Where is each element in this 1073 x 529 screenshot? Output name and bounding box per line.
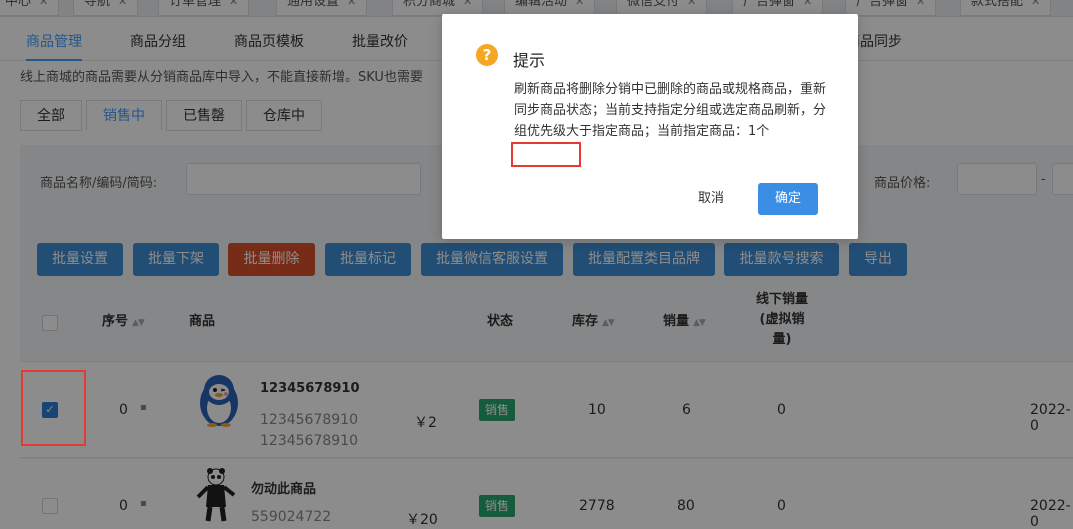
cancel-button[interactable]: 取消	[683, 183, 739, 215]
dialog-message: 刷新商品将删除分销中已删除的商品或规格商品，重新同步商品状态；当前支持指定分组或…	[514, 82, 827, 139]
question-icon: ?	[476, 44, 498, 66]
highlight-box	[511, 142, 581, 167]
highlight-box	[21, 370, 86, 446]
confirm-dialog: ? 提示 刷新商品将删除分销中已删除的商品或规格商品，重新同步商品状态；当前支持…	[442, 14, 858, 239]
confirm-button[interactable]: 确定	[758, 183, 818, 215]
dialog-title: 提示	[513, 51, 546, 70]
app-page: 中心 ✕ 导航 ✕ 订单管理 ✕ 通用设置 ✕ 积分商城 ✕ 编辑活动 ✕ 微信支付 ✕ 广告…	[0, 0, 1073, 529]
